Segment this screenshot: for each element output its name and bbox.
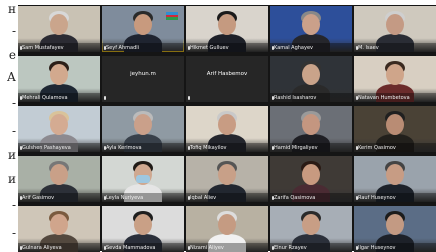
face-mask: [136, 175, 150, 183]
participant-name: Gulnara Aliyeva: [22, 245, 62, 251]
participant-face: [218, 164, 236, 185]
participant-name: Nizami Aliyev: [190, 245, 224, 251]
participant-face: [302, 114, 320, 135]
participant-face: [218, 14, 236, 35]
participant-tile[interactable]: Gulshen Pashayeva: [18, 106, 100, 152]
participant-tile[interactable]: Gulnara Aliyeva: [18, 206, 100, 252]
participant-face: [302, 214, 320, 235]
participant-name: Gulshen Pashayeva: [22, 145, 71, 151]
participant-tile[interactable]: jeyhun.m: [102, 56, 184, 102]
participant-tile[interactable]: Rauf Huseynov: [354, 156, 436, 202]
participant-name-center: Arif Hasbemov: [206, 71, 248, 77]
participant-name: Natavan Humbetova: [358, 95, 410, 101]
participant-name: Ayla Kerimova: [106, 145, 142, 151]
participant-name: Sevda Mammadova: [106, 245, 156, 251]
participant-name: Sam Mustafayev: [22, 45, 64, 51]
participant-tile[interactable]: Leyla Nuriyeva: [102, 156, 184, 202]
participant-tile[interactable]: Natavan Humbetova: [354, 56, 436, 102]
side-char: А: [6, 70, 16, 84]
side-char: -: [11, 24, 16, 38]
participant-name: Mehrali Qulamova: [22, 95, 68, 101]
participant-tile[interactable]: Hikmet Gulluev: [186, 6, 268, 52]
participant-tile[interactable]: Zarifa Qasimova: [270, 156, 352, 202]
participant-tile[interactable]: Arif Gasimov: [18, 156, 100, 202]
participant-face: [386, 114, 404, 135]
participant-tile[interactable]: Rashid Isasharov: [270, 56, 352, 102]
participant-name: M. Isaev: [358, 45, 379, 51]
participant-name: Kamal Aghayev: [274, 45, 313, 51]
participant-tile[interactable]: Elnur Rzayev: [270, 206, 352, 252]
participant-face: [386, 214, 404, 235]
participant-face: [50, 214, 68, 235]
participant-tile[interactable]: M. Isaev: [354, 6, 436, 52]
participant-tile[interactable]: Nizami Aliyev: [186, 206, 268, 252]
participant-face: [386, 164, 404, 185]
microphone-icon: [104, 96, 106, 100]
participant-name: Ilgar Huseynov: [358, 245, 396, 251]
participant-name: Arif Gasimov: [22, 195, 55, 201]
azerbaijan-flag-icon: [166, 12, 178, 20]
participant-face: [50, 114, 68, 135]
participant-tile[interactable]: Ilgar Huseynov: [354, 206, 436, 252]
participant-tile[interactable]: Arif Hasbemov: [186, 56, 268, 102]
participant-face: [134, 114, 152, 135]
participant-face: [218, 114, 236, 135]
participant-name: Rashid Isasharov: [274, 95, 317, 101]
participant-tile[interactable]: Hamid Mirgaliyev: [270, 106, 352, 152]
participant-face: [50, 164, 68, 185]
participant-name: Hamid Mirgaliyev: [274, 145, 318, 151]
participant-face: [50, 14, 68, 35]
side-char: -: [11, 124, 16, 138]
participant-face: [386, 64, 404, 85]
participant-name: Hikmet Gulluev: [190, 45, 229, 51]
participant-name: Rauf Huseynov: [358, 195, 396, 201]
microphone-icon: [188, 96, 190, 100]
participant-tile[interactable]: Tofiq Mikayilov: [186, 106, 268, 152]
participant-name: Leyla Nuriyeva: [106, 195, 144, 201]
participant-face: [134, 14, 152, 35]
video-conference-grid: Sam Mustafayev Seyf Ahmadli Hikmet Gulluev…: [18, 5, 436, 252]
participant-tile[interactable]: Kamal Aghayev: [270, 6, 352, 52]
participant-tile[interactable]: Iqbal Aliev: [186, 156, 268, 202]
side-char: н: [8, 2, 16, 16]
participant-name: Kerim Qasimov: [358, 145, 396, 151]
participant-name: Iqbal Aliev: [190, 195, 217, 201]
side-char: -: [11, 198, 16, 212]
participant-tile[interactable]: Kerim Qasimov: [354, 106, 436, 152]
page-side-text: н - е А - - и и - -: [0, 0, 18, 251]
participant-tile[interactable]: Sam Mustafayev: [18, 6, 100, 52]
participant-face: [302, 164, 320, 185]
participant-tile[interactable]: Ayla Kerimova: [102, 106, 184, 152]
participant-name: Tofiq Mikayilov: [190, 145, 227, 151]
participant-face: [302, 14, 320, 35]
participant-tile[interactable]: Mehrali Qulamova: [18, 56, 100, 102]
participant-name: Elnur Rzayev: [274, 245, 307, 251]
participant-name: Seyf Ahmadli: [106, 45, 140, 51]
side-char: -: [11, 226, 16, 240]
side-char: и: [8, 172, 16, 186]
side-char: -: [11, 96, 16, 110]
participant-name: Zarifa Qasimova: [274, 195, 316, 201]
participant-face: [134, 214, 152, 235]
participant-face: [218, 214, 236, 235]
side-char: е: [8, 48, 16, 62]
participant-name-center: jeyhun.m: [130, 71, 156, 77]
participant-face: [50, 64, 68, 85]
participant-face: [386, 14, 404, 35]
participant-face: [302, 64, 320, 85]
side-char: и: [8, 148, 16, 162]
participant-tile[interactable]: Sevda Mammadova: [102, 206, 184, 252]
participant-tile[interactable]: Seyf Ahmadli: [102, 6, 184, 52]
